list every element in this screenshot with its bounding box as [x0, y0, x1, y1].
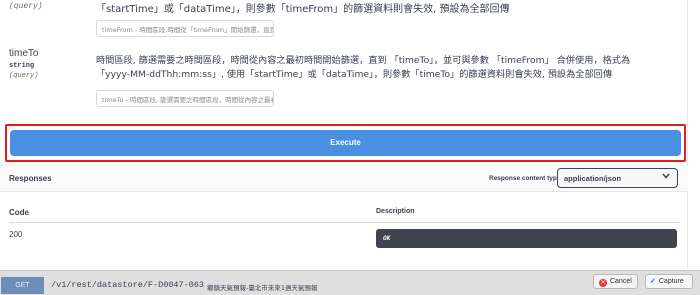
timeto-input[interactable]: timeTo - 時間區段, 篩選需要之時間區段，時間從內容之最初: [96, 90, 274, 107]
cancel-icon: ✕: [599, 279, 607, 287]
column-description: Description: [376, 208, 415, 215]
table-divider: [9, 222, 680, 223]
responses-title: Responses: [9, 174, 52, 183]
content-type-label: Response content type: [489, 175, 561, 182]
endpoint-path: /v1/rest/datastore/F-D0047-063: [51, 280, 205, 290]
response-description: OK: [376, 229, 677, 248]
column-code: Code: [9, 208, 29, 217]
param-description: 時間區段, 篩選需要之時間區段，時間從內容之最初時間開始篩選，直到 「timeT…: [96, 55, 631, 80]
content-type-select[interactable]: application/json: [557, 168, 678, 188]
content-type-value: application/json: [564, 174, 622, 183]
param-type: string: [9, 62, 35, 70]
method-badge: GET: [1, 277, 44, 294]
cancel-label: Cancel: [610, 278, 632, 285]
parameters-panel: (query) 「startTime」或「dataTime」，則參數「timeF…: [0, 0, 688, 268]
footer-bar: GET /v1/rest/datastore/F-D0047-063 鄉鎮天氣預…: [0, 270, 700, 295]
execute-highlight: Execute: [5, 124, 686, 162]
timefrom-input[interactable]: timeFrom - 時間區段,時間從「timeFrom」開始篩選，直到: [96, 20, 274, 37]
capture-button[interactable]: ✓ Capture: [645, 274, 693, 289]
chevron-down-icon: [662, 173, 670, 181]
prev-param-description: 「startTime」或「dataTime」，則參數「timeFrom」的篩選資…: [96, 4, 510, 15]
cancel-button[interactable]: ✕ Cancel: [593, 274, 638, 289]
capture-label: Capture: [658, 278, 684, 285]
endpoint-summary: 鄉鎮天氣預報-臺北市未來1週天氣預報: [207, 284, 318, 292]
responses-header: Responses Response content type applicat…: [0, 165, 688, 192]
execute-button[interactable]: Execute: [10, 130, 681, 156]
check-icon: ✓: [650, 278, 656, 285]
param-name: timeTo: [9, 48, 39, 59]
response-code: 200: [9, 230, 23, 239]
param-in: (query): [9, 72, 39, 80]
prev-param-in: (query): [9, 2, 43, 11]
